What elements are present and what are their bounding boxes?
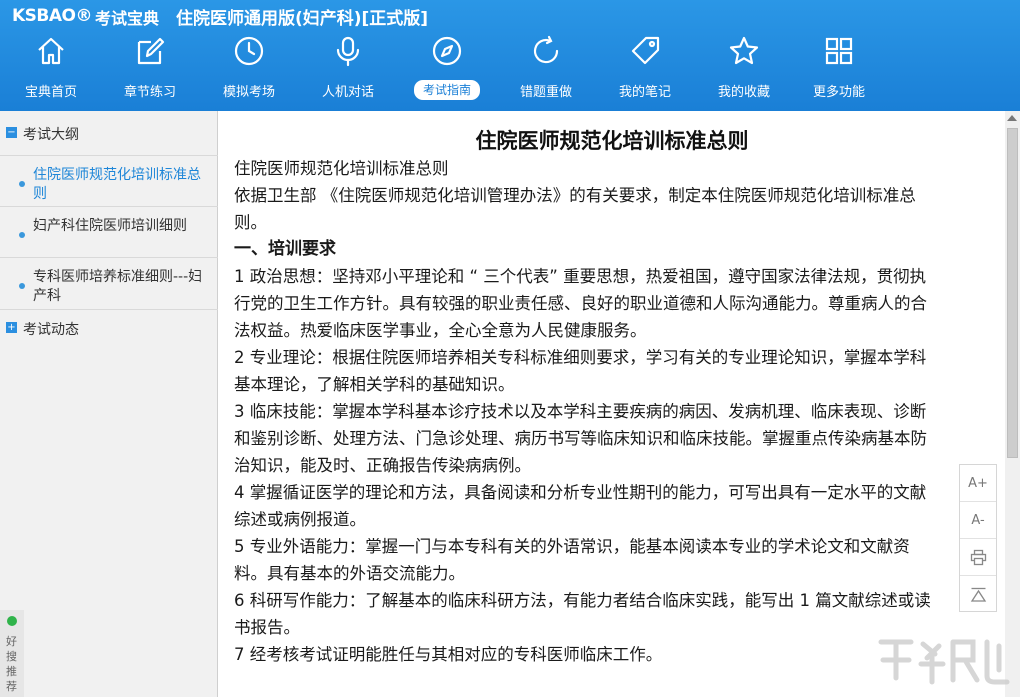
expand-icon[interactable]: + — [6, 322, 17, 333]
document-body: 住院医师规范化培训标准总则 依据卫生部 《住院医师规范化培训管理办法》的有关要求… — [234, 155, 942, 668]
collapse-icon[interactable]: − — [6, 127, 17, 138]
toolbar-label: 模拟考场 — [222, 85, 275, 100]
toolbar-item-notes[interactable]: 我的笔记 — [605, 32, 685, 111]
title-bar: KSBAO® 考试宝典 住院医师通用版(妇产科)[正式版] — [0, 0, 1020, 32]
sidebar-group-news[interactable]: + 考试动态 — [0, 309, 218, 345]
toolbar-label: 章节练习 — [123, 85, 176, 100]
print-button[interactable] — [960, 539, 996, 576]
toolbar-item-home[interactable]: 宝典首页 — [11, 32, 91, 111]
toolbar-item-mock-exam[interactable]: 模拟考场 — [209, 32, 289, 111]
reader-tools: A+ A- — [959, 464, 997, 612]
toolbar-item-favorites[interactable]: 我的收藏 — [704, 32, 784, 111]
toolbar-label: 更多功能 — [812, 85, 865, 100]
app-title: 住院医师通用版(妇产科)[正式版] — [176, 9, 429, 29]
toolbar-label: 错题重做 — [519, 85, 572, 100]
sidebar-group-outline[interactable]: − 考试大纲 — [0, 115, 218, 151]
doc-paragraph: 3 临床技能：掌握本学科基本诊疗技术以及本学科主要疾病的病因、发病机理、临床表现… — [234, 402, 927, 475]
font-increase-button[interactable]: A+ — [960, 465, 996, 502]
doc-paragraph: 住院医师规范化培训标准总则 — [234, 159, 449, 178]
doc-paragraph: 4 掌握循证医学的理论和方法，具备阅读和分析专业性期刊的能力，可写出具有一定水平… — [234, 483, 927, 529]
clock-icon — [234, 36, 264, 66]
bullet-icon — [19, 232, 25, 238]
site-watermark-icon — [878, 639, 1010, 685]
toolbar-item-dialog[interactable]: 人机对话 — [308, 32, 388, 111]
compass-icon — [432, 36, 462, 66]
scroll-up-arrow-icon[interactable] — [1007, 115, 1017, 121]
brand-name: 考试宝典 — [95, 9, 160, 28]
haosou-recommend[interactable]: 好搜推荐 — [0, 610, 24, 697]
toolbar-item-redo-errors[interactable]: 错题重做 — [506, 32, 586, 111]
sidebar: − 考试大纲 住院医师规范化培训标准总则 妇产科住院医师培训细则 专科医师培养标… — [0, 111, 218, 697]
toolbar-label: 考试指南 — [414, 80, 480, 100]
app-header: KSBAO® 考试宝典 住院医师通用版(妇产科)[正式版] 宝典首页 章节练习 … — [0, 0, 1020, 111]
status-dot-icon — [7, 616, 17, 626]
toolbar-label: 宝典首页 — [24, 85, 77, 100]
toolbar-item-guide[interactable]: 考试指南 — [407, 32, 487, 111]
toolbar-label: 我的收藏 — [717, 85, 770, 100]
toolbar-item-chapter[interactable]: 章节练习 — [110, 32, 190, 111]
doc-paragraph: 6 科研写作能力：了解基本的临床科研方法，有能力者结合临床实践，能写出 1 篇文… — [234, 591, 931, 637]
printer-icon — [970, 549, 987, 566]
doc-paragraph: 2 专业理论：根据住院医师培养相关专科标准细则要求，学习有关的专业理论知识，掌握… — [234, 348, 927, 394]
back-to-top-icon — [970, 587, 987, 602]
scroll-top-button[interactable] — [960, 576, 996, 613]
toolbar-label: 人机对话 — [321, 85, 374, 100]
bullet-icon — [19, 181, 25, 187]
document-view: 住院医师规范化培训标准总则 住院医师规范化培训标准总则 依据卫生部 《住院医师规… — [219, 111, 1005, 697]
refresh-icon — [533, 35, 559, 64]
sidebar-item-label: 专科医师培养标准细则---妇产科 — [33, 269, 203, 304]
bullet-icon — [19, 283, 25, 289]
document-title: 住院医师规范化培训标准总则 — [475, 129, 749, 153]
sidebar-item-label: 住院医师规范化培训标准总则 — [33, 167, 201, 202]
tag-icon — [631, 36, 660, 65]
star-icon — [729, 36, 759, 65]
sidebar-item-label: 妇产科住院医师培训细则 — [33, 218, 187, 234]
font-decrease-button[interactable]: A- — [960, 502, 996, 539]
microphone-icon — [336, 36, 360, 67]
brand-logo: KSBAO® — [12, 6, 92, 26]
sidebar-item-specialist-rules[interactable]: 专科医师培养标准细则---妇产科 — [0, 257, 218, 307]
sidebar-item-standard-rules[interactable]: 住院医师规范化培训标准总则 — [0, 155, 218, 206]
doc-paragraph: 1 政治思想：坚持邓小平理论和 “ 三个代表” 重要思想，热爱祖国，遵守国家法律… — [234, 267, 927, 340]
toolbar-label: 我的笔记 — [618, 85, 671, 100]
main-toolbar: 宝典首页 章节练习 模拟考场 人机对话 考试指南 错题重做 我的笔记 我的收藏 … — [0, 32, 1020, 111]
grid-icon — [825, 37, 853, 65]
edit-icon — [137, 37, 165, 65]
toolbar-item-more[interactable]: 更多功能 — [799, 32, 879, 111]
scrollbar-thumb[interactable] — [1007, 128, 1018, 458]
doc-paragraph: 5 专业外语能力：掌握一门与本专科有关的外语常识，能基本阅读本专业的学术论文和文… — [234, 537, 910, 583]
home-icon — [38, 37, 64, 65]
doc-heading: 一、培训要求 — [234, 239, 336, 259]
sidebar-item-obgyn-rules[interactable]: 妇产科住院医师培训细则 — [0, 206, 218, 257]
doc-paragraph: 7 经考核考试证明能胜任与其相对应的专科医师临床工作。 — [234, 645, 663, 664]
sidebar-group-label: 考试动态 — [23, 322, 79, 338]
doc-paragraph: 依据卫生部 《住院医师规范化培训管理办法》的有关要求，制定本住院医师规范化培训标… — [234, 186, 916, 232]
sidebar-group-label: 考试大纲 — [23, 127, 79, 143]
haosou-label: 好搜推荐 — [6, 635, 17, 693]
